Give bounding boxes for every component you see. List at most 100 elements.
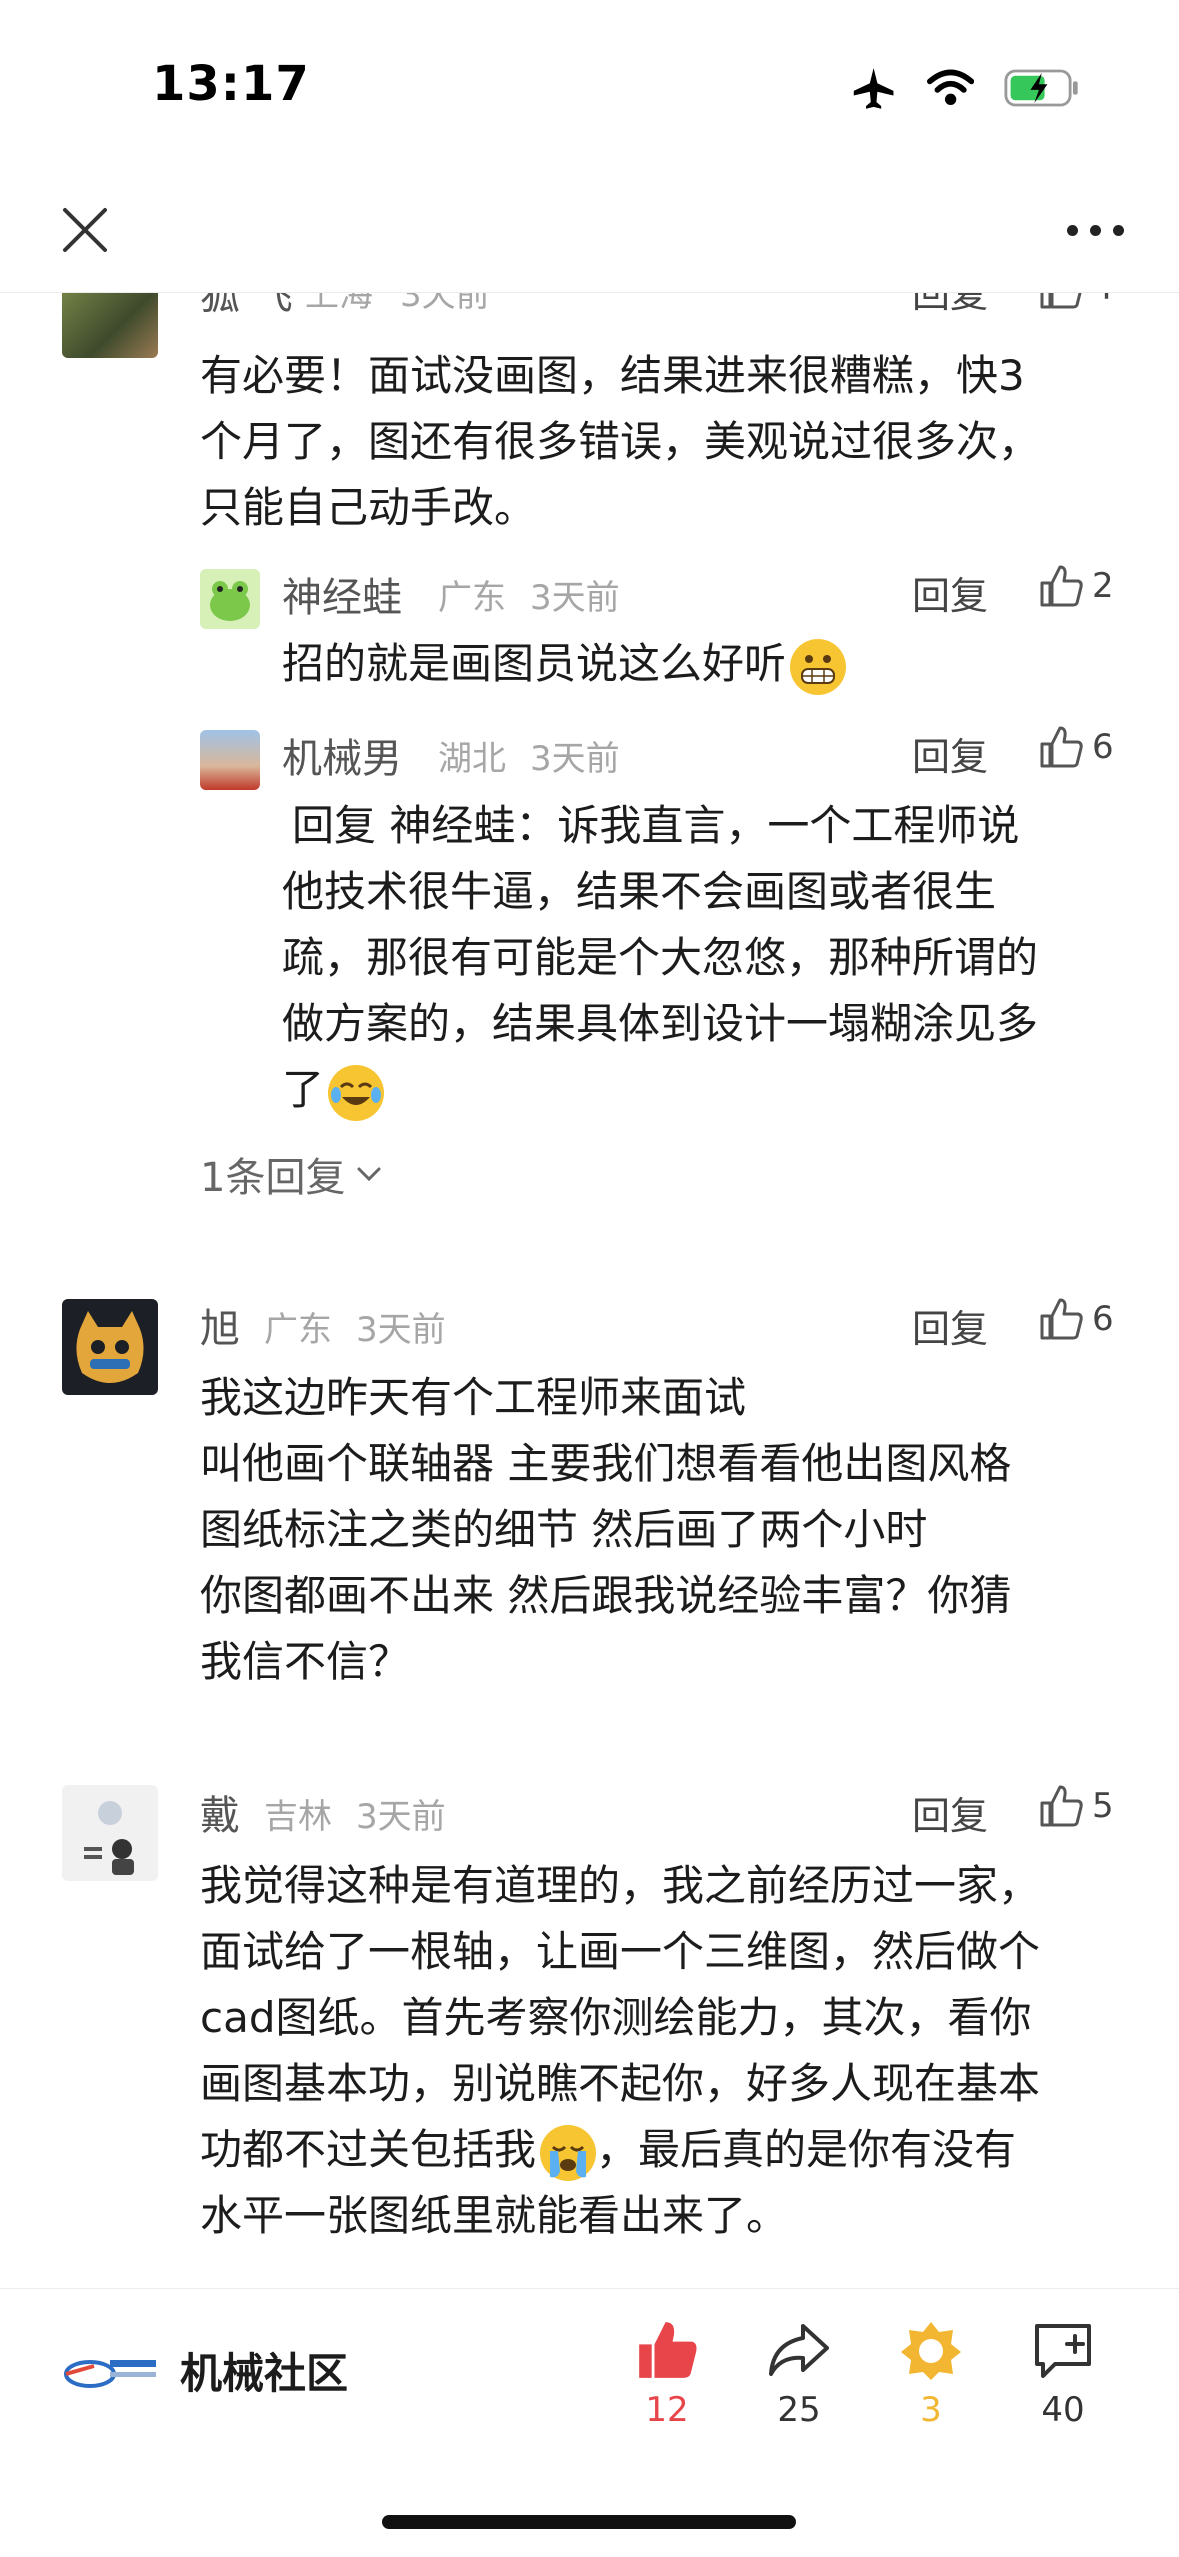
comment-username[interactable]: 戴 — [200, 1783, 240, 1841]
comment-line: cad图纸。首先考察你测绘能力，其次，看你 — [200, 1993, 1032, 2042]
cat-icon — [76, 1311, 144, 1383]
comment-line: 个月了，图还有很多错误，美观说过很多次， — [200, 417, 1041, 466]
reply-button[interactable]: 回复 — [912, 726, 988, 781]
brand-name: 机械社区 — [180, 2349, 349, 2398]
like-post-button[interactable]: 12 — [607, 2318, 727, 2430]
reply-line: 做方案的，结果具体到设计一塌糊涂见多 — [282, 999, 1039, 1048]
comments-list[interactable]: 狐 飞 上海 3天前 回复 4 有必要！面试没画图，结果进来很糟糕，快3 个月了… — [0, 293, 1179, 2288]
close-icon — [63, 208, 107, 252]
comment-location: 广东 — [264, 1310, 332, 1350]
comment-username[interactable]: 旭 — [200, 1296, 240, 1354]
reply-username[interactable]: 机械男 — [282, 726, 402, 784]
comment-line: 你图都画不出来 然后跟我说经验丰富？你猜 — [200, 1571, 1012, 1620]
reply-text: 回复 神经蛙：诉我直言，一个工程师说 他技术很牛逼，结果不会画图或者很生 疏，那… — [282, 793, 1132, 1123]
avatar[interactable] — [62, 1785, 158, 1881]
comment-line: 叫他画个联轴器 主要我们想看看他出图风格 — [200, 1439, 1012, 1488]
comment-time: 3天前 — [356, 1797, 446, 1837]
reply-button[interactable]: 回复 — [912, 293, 988, 318]
status-time: 13:17 — [152, 56, 310, 112]
comment-line: 图纸标注之类的细节 然后画了两个小时 — [200, 1505, 928, 1554]
like-count: 6 — [1092, 727, 1114, 767]
like-count: 2 — [1092, 566, 1114, 606]
comment-button[interactable]: 40 — [1003, 2318, 1123, 2430]
chevron-down-icon — [357, 1167, 381, 1182]
reward-button[interactable]: 3 — [871, 2318, 991, 2430]
more-dot-icon — [1112, 224, 1124, 236]
like-button[interactable]: 2 — [1038, 563, 1114, 609]
comment-line: 面试给了一根轴，让画一个三维图，然后做个 — [200, 1927, 1041, 1976]
reply-line: 疏，那很有可能是个大忽悠，那种所谓的 — [282, 933, 1039, 982]
crying-emoji-icon — [540, 2124, 597, 2181]
comment-location: 吉林 — [264, 1797, 332, 1837]
share-count: 25 — [777, 2390, 821, 2430]
thumbs-up-icon — [1040, 1298, 1083, 1340]
comment-text: 我这边昨天有个工程师来面试 叫他画个联轴器 主要我们想看看他出图风格 图纸标注之… — [200, 1365, 1011, 1695]
avatar[interactable] — [200, 730, 260, 790]
close-button[interactable] — [50, 195, 120, 265]
expand-replies-label: 1条回复 — [200, 1155, 346, 1201]
expand-replies-button[interactable]: 1条回复 — [200, 1145, 383, 1203]
home-indicator[interactable] — [382, 2515, 796, 2529]
comment-location: 上海 — [305, 293, 373, 315]
grin-emoji-icon — [790, 638, 847, 695]
share-button[interactable]: 25 — [739, 2318, 859, 2430]
airplane-icon — [853, 68, 894, 109]
reply-line: 了 — [282, 1065, 325, 1114]
avatar[interactable] — [62, 293, 158, 358]
battery-charging-icon — [1004, 69, 1079, 107]
status-icons — [850, 58, 1080, 118]
comment-count: 40 — [1041, 2390, 1085, 2430]
more-dot-icon — [1089, 224, 1101, 236]
thumbs-up-filled-icon — [639, 2322, 697, 2378]
reply-line: 诉我直言，一个工程师说 — [557, 801, 1020, 850]
reply-username[interactable]: 神经蛙 — [282, 565, 402, 623]
thumbs-up-icon — [1040, 293, 1082, 309]
reward-badge-icon — [901, 2322, 961, 2380]
reward-count: 3 — [920, 2390, 942, 2430]
comment-line: 只能自己动手改。 — [200, 483, 537, 532]
thumbs-up-icon — [1040, 1785, 1083, 1827]
more-options-button[interactable] — [1050, 195, 1140, 265]
reply-button[interactable]: 回复 — [912, 1298, 988, 1353]
comment-line: ，最后真的是你有没有 — [596, 2125, 1017, 2174]
like-count: 5 — [1092, 1786, 1114, 1826]
comment-time: 3天前 — [400, 293, 490, 315]
comment-username[interactable]: 狐 飞 — [200, 293, 293, 321]
reply-location: 广东 — [438, 578, 506, 618]
thumbs-up-icon — [1040, 726, 1083, 768]
avatar[interactable] — [62, 1299, 158, 1395]
reply-button[interactable]: 回复 — [912, 565, 988, 620]
frog-icon — [210, 581, 250, 621]
thumbs-up-icon — [1040, 565, 1083, 607]
like-button[interactable]: 4 — [1038, 293, 1114, 311]
like-count: 6 — [1092, 1299, 1114, 1339]
more-dot-icon — [1066, 224, 1078, 236]
reply-button[interactable]: 回复 — [912, 1785, 988, 1840]
reply-location: 湖北 — [438, 739, 506, 779]
like-post-count: 12 — [645, 2390, 689, 2430]
like-button[interactable]: 5 — [1038, 1783, 1114, 1829]
share-icon — [769, 2324, 829, 2376]
comment-line: 水平一张图纸里就能看出来了。 — [200, 2191, 789, 2240]
add-comment-icon — [1035, 2324, 1091, 2378]
reply-prefix[interactable]: 回复 神经蛙： — [282, 801, 557, 850]
tears-of-joy-emoji-icon — [328, 1064, 385, 1121]
comment-line: 画图基本功，别说瞧不起你，好多人现在基本 — [200, 2059, 1041, 2108]
like-button[interactable]: 6 — [1038, 1296, 1114, 1342]
comment-line: 我信不信？ — [200, 1637, 411, 1686]
comment-time: 3天前 — [356, 1310, 446, 1350]
comment-line: 功都不过关包括我 — [200, 2125, 537, 2174]
brand[interactable]: 机械社区 — [60, 2340, 348, 2401]
comment-text: 有必要！面试没画图，结果进来很糟糕，快3 个月了，图还有很多错误，美观说过很多次… — [200, 343, 1040, 541]
reply-time: 3天前 — [530, 739, 620, 779]
avatar[interactable] — [200, 569, 260, 629]
comment-line: 有必要！面试没画图，结果进来很糟糕，快3 — [200, 351, 1025, 400]
reply-text: 招的就是画图员说这么好听 — [282, 631, 847, 697]
like-button[interactable]: 6 — [1038, 724, 1114, 770]
reply-line: 他技术很牛逼，结果不会画图或者很生 — [282, 867, 997, 916]
wifi-icon — [927, 69, 975, 105]
user-illustration-icon — [84, 1801, 134, 1875]
reply-time: 3天前 — [530, 578, 620, 618]
comment-text: 我觉得这种是有道理的，我之前经历过一家， 面试给了一根轴，让画一个三维图，然后做… — [200, 1853, 1040, 2249]
brand-logo-icon — [64, 2359, 156, 2388]
